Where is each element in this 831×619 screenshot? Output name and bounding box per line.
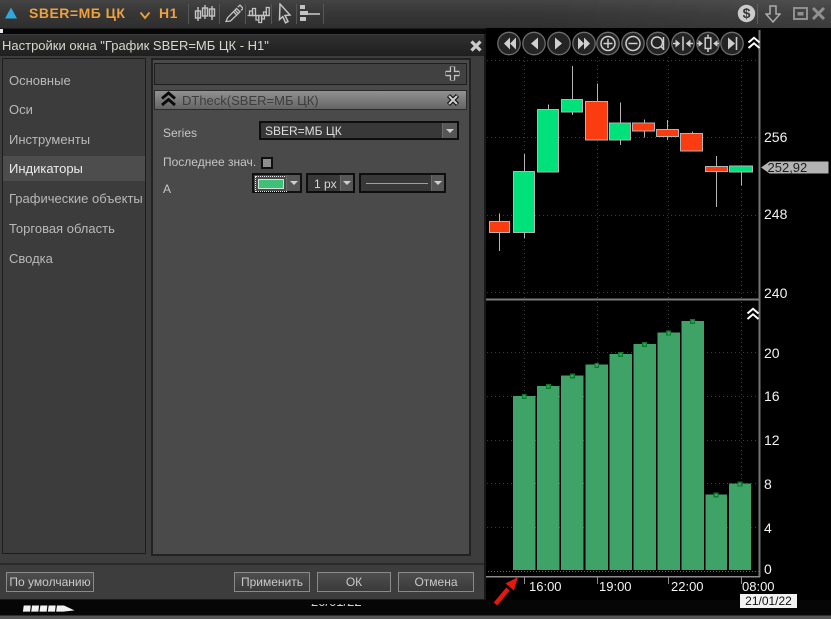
svg-text:252,92: 252,92 <box>768 161 808 174</box>
svg-text:$: $ <box>743 5 751 21</box>
